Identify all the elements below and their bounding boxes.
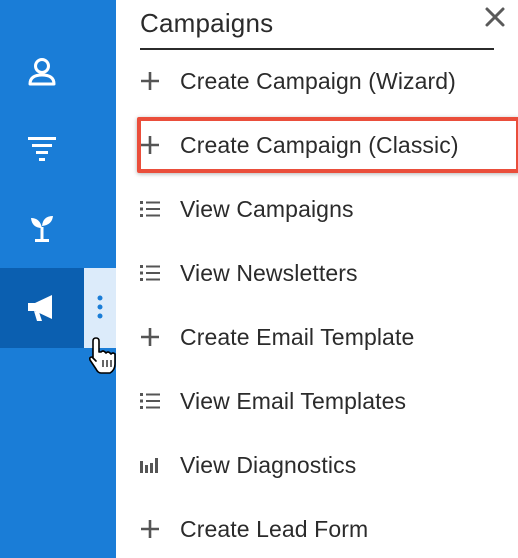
close-icon <box>485 7 505 27</box>
plus-icon <box>138 518 168 540</box>
sidebar-item-campaigns[interactable] <box>0 268 84 348</box>
campaigns-menu: Campaigns Create Campaign (Wizard) Creat… <box>116 0 518 558</box>
list-icon <box>138 390 168 412</box>
menu-item-label: View Diagnostics <box>180 451 357 478</box>
close-button[interactable] <box>482 4 508 30</box>
menu-item-label: View Newsletters <box>180 259 358 286</box>
menu-item-view-diagnostics[interactable]: View Diagnostics <box>136 441 496 489</box>
plus-icon <box>138 326 168 348</box>
list-icon <box>138 198 168 220</box>
menu-item-view-campaigns[interactable]: View Campaigns <box>136 185 496 233</box>
filter-icon <box>28 137 56 161</box>
menu-item-label: View Email Templates <box>180 387 407 414</box>
sidebar-item-targets[interactable] <box>0 116 84 180</box>
menu-item-label: Create Campaign (Wizard) <box>180 67 456 94</box>
menu-item-label: Create Lead Form <box>180 515 369 542</box>
list-icon <box>138 262 168 284</box>
menu-item-create-campaign-classic[interactable]: Create Campaign (Classic) <box>136 117 518 173</box>
megaphone-icon <box>28 295 52 321</box>
highlight-outline <box>137 117 518 173</box>
menu-item-label: View Campaigns <box>180 195 354 222</box>
menu-item-create-email-template[interactable]: Create Email Template <box>136 313 496 361</box>
menu-item-create-campaign-wizard[interactable]: Create Campaign (Wizard) <box>136 57 496 105</box>
sidebar-item-leads[interactable] <box>0 196 84 260</box>
menu-item-create-lead-form[interactable]: Create Lead Form <box>136 505 496 553</box>
hand-cursor-icon <box>88 337 116 374</box>
menu-item-view-newsletters[interactable]: View Newsletters <box>136 249 496 297</box>
sidebar <box>0 0 116 558</box>
plus-icon <box>138 70 168 92</box>
bar-chart-icon <box>138 454 168 476</box>
menu-title: Campaigns <box>140 8 274 38</box>
sidebar-item-contacts[interactable] <box>0 40 84 104</box>
sprout-icon <box>31 216 53 242</box>
person-icon <box>28 58 56 86</box>
menu-item-view-email-templates[interactable]: View Email Templates <box>136 377 496 425</box>
menu-item-label: Create Email Template <box>180 323 415 350</box>
title-divider <box>140 48 494 50</box>
